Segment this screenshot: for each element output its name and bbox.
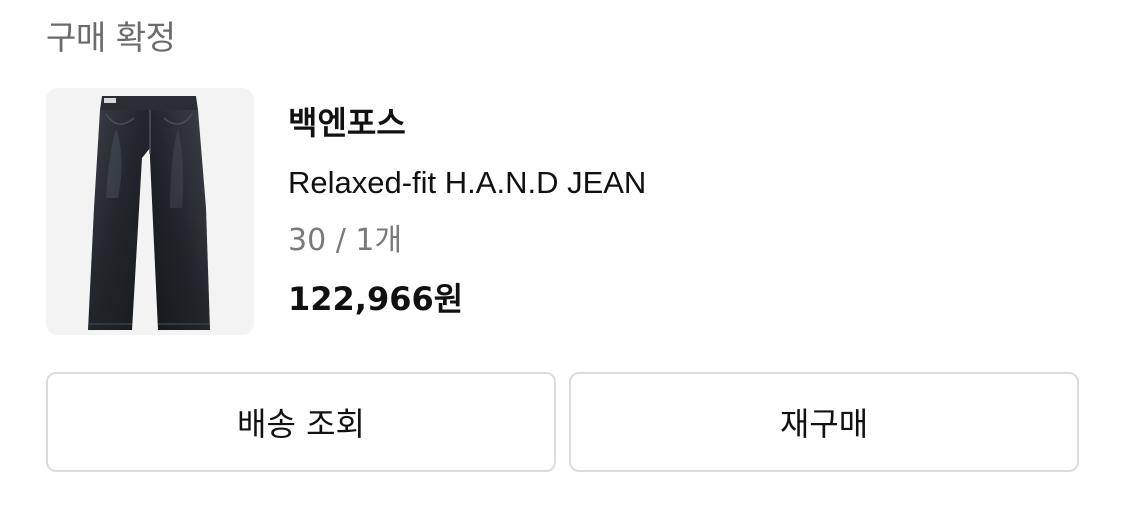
order-status-title: 구매 확정 <box>46 18 176 57</box>
product-option: 30 / 1개 <box>288 223 403 258</box>
track-delivery-button[interactable]: 배송 조회 <box>46 372 556 472</box>
product-price: 122,966원 <box>288 280 464 318</box>
jeans-product-image <box>88 96 210 330</box>
rebuy-button[interactable]: 재구매 <box>569 372 1079 472</box>
product-brand[interactable]: 백엔포스 <box>288 100 406 146</box>
product-thumbnail[interactable] <box>46 88 254 335</box>
product-name[interactable]: Relaxed-fit H.A.N.D JEAN <box>288 160 646 206</box>
